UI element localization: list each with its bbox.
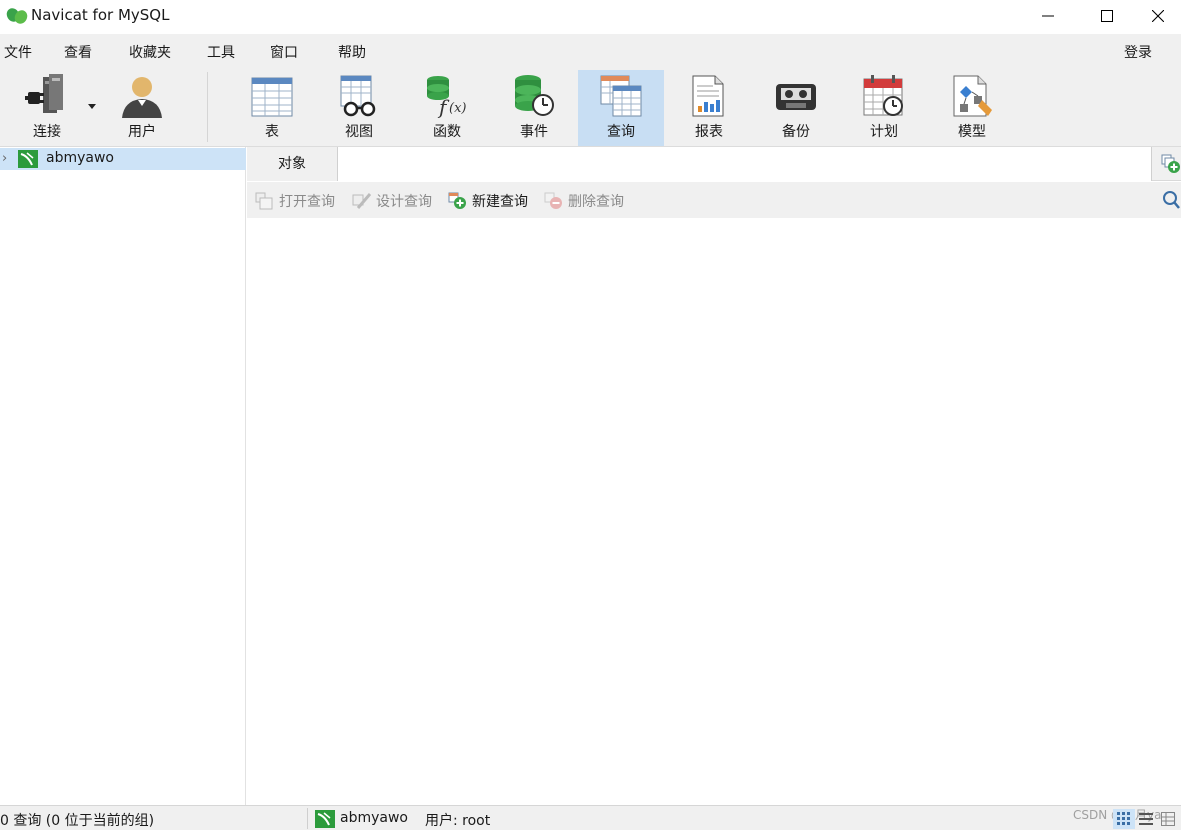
event-label: 事件 [520, 124, 548, 140]
new-query-label: 新建查询 [472, 194, 528, 210]
open-query-label: 打开查询 [279, 194, 335, 210]
tab-objects[interactable]: 对象 [247, 147, 337, 181]
user-icon [122, 77, 162, 118]
toolbar-separator [207, 72, 208, 142]
connect-button[interactable]: 连接 [4, 70, 96, 146]
schedule-button[interactable]: 计划 [841, 70, 927, 146]
detail-view-button[interactable] [1157, 809, 1179, 829]
login-link[interactable]: 登录 [1124, 42, 1152, 62]
new-query-icon [448, 192, 466, 209]
new-tab-icon[interactable] [1161, 154, 1181, 174]
status-connection: abmyawo [340, 810, 408, 826]
list-view-button[interactable] [1135, 809, 1157, 829]
object-list-area[interactable] [247, 218, 1181, 805]
delete-query-label: 删除查询 [568, 194, 624, 210]
grid-view-button[interactable] [1113, 809, 1135, 829]
backup-label: 备份 [782, 124, 810, 140]
model-button[interactable]: 模型 [929, 70, 1015, 146]
function-button[interactable]: f (x) 函数 [404, 70, 490, 146]
user-label: 用户 [128, 124, 156, 140]
open-query-icon [255, 192, 273, 210]
connection-item[interactable]: › abmyawo [0, 148, 246, 170]
user-button[interactable]: 用户 [99, 70, 185, 146]
design-query-button[interactable]: 设计查询 [352, 191, 432, 211]
connection-tree: › abmyawo [0, 147, 246, 805]
delete-query-button[interactable]: 删除查询 [544, 191, 624, 211]
close-button[interactable] [1135, 0, 1181, 32]
mysql-connection-icon [18, 150, 38, 168]
menu-bar: 文件 查看 收藏夹 工具 窗口 帮助 登录 [0, 34, 1181, 100]
event-clock-icon [515, 75, 554, 116]
navicat-logo-icon [6, 8, 28, 24]
list-view-icon [1139, 813, 1153, 825]
report-button[interactable]: 报表 [666, 70, 752, 146]
menu-tools[interactable]: 工具 [207, 42, 235, 62]
search-icon[interactable] [1162, 190, 1180, 210]
view-button[interactable]: 视图 [316, 70, 402, 146]
menu-favorites[interactable]: 收藏夹 [129, 42, 171, 62]
status-user: 用户: root [425, 813, 491, 829]
backup-button[interactable]: 备份 [753, 70, 839, 146]
view-label: 视图 [345, 124, 373, 140]
view-glasses-icon [340, 75, 376, 117]
svg-text:(x): (x) [449, 101, 466, 116]
design-query-icon [352, 193, 372, 209]
query-toolbar: 打开查询 设计查询 新建查询 删除查询 [247, 182, 1181, 218]
query-label: 查询 [607, 124, 635, 140]
menu-window[interactable]: 窗口 [270, 42, 298, 62]
table-button[interactable]: 表 [229, 70, 315, 146]
backup-tape-icon [776, 84, 816, 110]
menu-help[interactable]: 帮助 [338, 42, 366, 62]
main-toolbar: 连接 用户 表 视图 f (x) 函数 事件 查询 报表 备份 计划 模型 [0, 68, 1181, 147]
status-bar: 0 查询 (0 位于当前的组) abmyawo 用户: root CSDN @君… [0, 805, 1181, 830]
grid-view-icon [1117, 812, 1130, 825]
table-icon [251, 77, 293, 117]
tab-area [337, 147, 1152, 181]
window-title: Navicat for MySQL [31, 6, 170, 24]
minimize-icon [1042, 15, 1054, 17]
title-bar: Navicat for MySQL [0, 0, 1181, 34]
detail-view-icon [1161, 812, 1175, 826]
tab-strip: 对象 [247, 147, 1181, 181]
function-label: 函数 [433, 124, 461, 140]
close-icon [1152, 10, 1164, 22]
table-label: 表 [265, 124, 279, 140]
design-query-label: 设计查询 [376, 194, 432, 210]
chevron-down-icon[interactable] [88, 104, 98, 110]
schedule-label: 计划 [870, 124, 898, 140]
maximize-icon [1101, 10, 1113, 22]
view-mode-switch [1113, 809, 1179, 829]
menu-view[interactable]: 查看 [64, 42, 92, 62]
chevron-right-icon[interactable]: › [2, 151, 7, 166]
query-icon [600, 75, 642, 117]
function-icon: f (x) [427, 76, 466, 118]
model-label: 模型 [958, 124, 986, 140]
status-separator [307, 808, 308, 829]
calendar-icon [863, 75, 903, 116]
report-label: 报表 [695, 124, 723, 140]
minimize-button[interactable] [1025, 0, 1071, 32]
menu-file[interactable]: 文件 [4, 42, 32, 62]
mysql-connection-icon [315, 810, 335, 828]
query-button[interactable]: 查询 [578, 70, 664, 146]
open-query-button[interactable]: 打开查询 [255, 191, 335, 211]
model-icon [953, 75, 992, 117]
event-button[interactable]: 事件 [491, 70, 577, 146]
delete-query-icon [544, 192, 562, 209]
maximize-button[interactable] [1084, 0, 1130, 32]
connection-name: abmyawo [46, 150, 114, 166]
report-icon [692, 75, 724, 117]
new-query-button[interactable]: 新建查询 [448, 191, 528, 211]
connect-label: 连接 [33, 124, 61, 140]
main-panel: 对象 打开查询 设计查询 新建查询 删除查询 [247, 147, 1181, 805]
plug-server-icon [25, 74, 63, 113]
status-query-count: 0 查询 (0 位于当前的组) [0, 813, 155, 829]
